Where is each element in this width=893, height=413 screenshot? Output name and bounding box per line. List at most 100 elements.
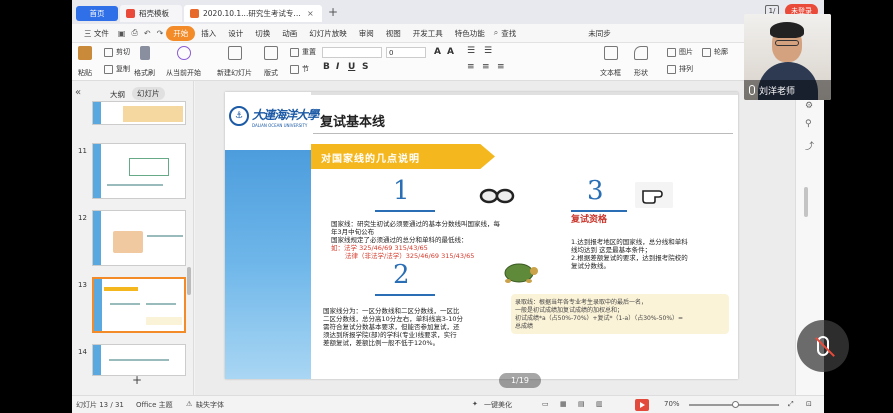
layout-icon [264,46,278,60]
requirements-text: 线均达到 这是最基本条件； [571,246,652,254]
menu-search[interactable]: 查找 [501,28,522,39]
menu-design[interactable]: 设计 [222,28,249,39]
missing-font-button[interactable]: 缺失字体 [196,400,224,410]
picture-button[interactable]: 图片 [667,47,693,57]
notes-view-icon[interactable]: ▥ [596,400,603,408]
menu-developer[interactable]: 开发工具 [407,28,449,39]
italic-button[interactable]: I [336,62,339,72]
slide-title: 复试基本线 [320,115,386,130]
fit-window-icon[interactable]: ⤢ [788,400,794,409]
shape-button[interactable]: 形状 [634,46,648,78]
menu-animation[interactable]: 动画 [276,28,303,39]
reading-view-icon[interactable]: ▤ [578,400,585,408]
pin-icon[interactable]: ⚲ [805,119,815,129]
font-grow-button[interactable]: A [434,47,441,57]
outline-button[interactable]: 轮廓 [702,47,728,57]
play-from-current-button[interactable]: 从当前开始 [166,46,201,78]
font-shrink-button[interactable]: A [447,47,454,57]
align-left-icon[interactable]: ≡ [467,62,475,72]
redo-icon[interactable]: ↷ [154,29,167,38]
bold-button[interactable]: B [323,62,330,72]
menu-home[interactable]: 开始 [166,25,196,41]
font-size-select[interactable]: 0 [386,47,426,58]
textbox-button[interactable]: 文本框 [600,46,621,78]
font-name-select[interactable] [322,47,382,58]
menu-file[interactable]: 三 文件 [78,28,115,39]
reset-icon [290,47,299,57]
thumbnail-content [113,231,143,253]
pointing-hand-icon [635,182,673,208]
close-icon[interactable]: × [307,9,314,18]
format-painter-button[interactable]: 格式刷 [134,46,155,78]
microphone-icon [749,85,755,95]
paste-button[interactable]: 粘贴 [78,46,92,78]
cut-button[interactable]: 剪切 [104,47,130,57]
copy-button[interactable]: 复制 [104,64,130,74]
normal-view-icon[interactable]: ▭ [542,400,549,408]
menu-slideshow[interactable]: 幻灯片放映 [303,28,353,39]
slide-thumbnail[interactable] [92,344,186,376]
slide-thumbnail[interactable] [92,210,186,266]
search-icon[interactable]: ⌕ [491,28,501,38]
menu-view[interactable]: 视图 [380,28,407,39]
menu-insert[interactable]: 插入 [195,28,222,39]
requirements-text: 1.达到报考地区的国家线，总分线和单科 [571,238,688,246]
theme-name[interactable]: Office 主题 [136,400,173,410]
thumbnail-accent [93,211,101,265]
brush-icon [139,46,150,60]
add-tab-button[interactable]: + [328,5,338,19]
university-seal-icon: ⚓ [229,106,249,126]
menu-bar: 三 文件 ▣ ⎙ ↶ ↷ 开始 插入 设计 切换 动画 幻灯片放映 审阅 视图 … [72,24,824,43]
docer-icon [126,9,135,18]
slide-thumbnail[interactable] [92,143,186,199]
menu-features[interactable]: 特色功能 [449,28,491,39]
add-slide-button[interactable]: + [132,373,142,387]
zoom-fit-icon[interactable]: ⊡ [806,400,812,408]
menu-review[interactable]: 审阅 [353,28,380,39]
undo-icon[interactable]: ↶ [141,29,154,38]
sorter-view-icon[interactable]: ▦ [560,400,567,408]
beautify-icon[interactable]: ✦ [472,400,478,408]
zoom-level[interactable]: 70% [664,400,680,408]
current-slide[interactable]: ⚓ 大連海洋大學 DALIAN OCEAN UNIVERSITY 复试基本线 对… [225,92,738,379]
bullets-icon[interactable]: ☰ [467,46,475,56]
tab-document[interactable]: 2020.10.1...研究生考试专题讲座 × [184,5,322,22]
strikethrough-button[interactable]: S [362,62,368,72]
thumbnail-accent [93,102,101,124]
property-icon[interactable]: ⚙ [805,101,815,111]
layout-button[interactable]: 版式 [264,46,278,78]
tab-outline[interactable]: 大纲 [110,89,125,100]
missing-font-icon[interactable]: ⚠ [186,400,192,408]
print-icon[interactable]: ⎙ [128,28,140,38]
share-icon[interactable]: ⤴ [805,139,815,152]
slide-thumbnail[interactable] [92,101,186,125]
banner-text: 对国家线的几点说明 [321,154,420,165]
canvas-scrollbar[interactable] [804,187,808,217]
slide-thumbnail-selected[interactable] [92,277,186,333]
zoom-slider-handle[interactable] [732,401,739,408]
zone-line-text: 二区分数线，总分高10分左右，单科线高3-10分 [323,315,464,323]
slide-top-bar [311,92,738,95]
collapse-panel-icon[interactable]: « [75,87,81,98]
presenter-video[interactable]: 刘洋老师 [744,14,831,100]
align-right-icon[interactable]: ≡ [497,62,505,72]
mute-microphone-button[interactable] [797,320,849,372]
tab-slides[interactable]: 幻灯片 [132,87,165,100]
section-button[interactable]: 节 [290,64,309,74]
menu-transition[interactable]: 切换 [249,28,276,39]
new-slide-button[interactable]: 新建幻灯片 [217,46,252,78]
tab-docer-templates[interactable]: 稻壳模板 [120,5,182,22]
sync-status[interactable]: 未同步 [582,28,617,39]
thumbnail-accent [94,279,102,331]
arrange-button[interactable]: 排列 [667,64,693,74]
numbering-icon[interactable]: ☰ [484,46,492,56]
national-line-example: 如：法学 325/46/69 315/43/65 [331,244,428,252]
save-icon[interactable]: ▣ [115,29,129,38]
underline-button[interactable]: U [348,62,355,72]
tab-home[interactable]: 首页 [76,6,118,21]
reset-button[interactable]: 重置 [290,47,316,57]
thumbnail-scrollbar[interactable] [187,267,191,295]
align-center-icon[interactable]: ≡ [482,62,490,72]
beautify-button[interactable]: 一键美化 [484,400,512,410]
play-slideshow-button[interactable] [635,399,649,411]
